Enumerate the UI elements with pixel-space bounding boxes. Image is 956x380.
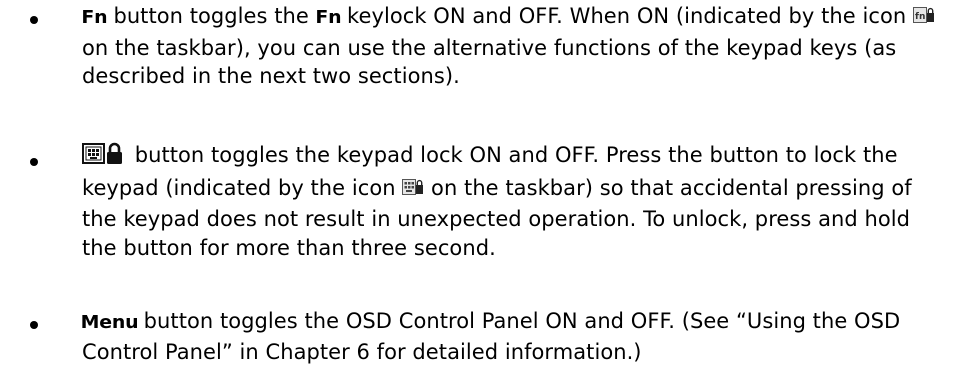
fn-key-label: Fn: [81, 7, 108, 28]
list-item-text: button toggles the keypad lock ON and OF…: [82, 141, 950, 262]
fn-lock-taskbar-icon: fn: [912, 5, 935, 34]
text-segment: keylock ON and OFF. When ON (indicated b…: [340, 4, 913, 28]
keypad-lock-button-icon: [82, 142, 124, 174]
bullet-icon: [30, 321, 38, 329]
bullet-icon: [30, 16, 38, 24]
list-item-text: Fn button toggles the Fn keylock ON and …: [81, 2, 950, 91]
text-segment: button toggles the OSD Control Panel ON …: [82, 309, 901, 364]
text-segment: on the taskbar), you can use the alterna…: [82, 35, 897, 89]
text-segment: button toggles the: [106, 4, 316, 28]
document-page: Fn button toggles the Fn keylock ON and …: [0, 0, 956, 380]
svg-text:fn: fn: [915, 12, 925, 22]
list-item-text: Menu button toggles the OSD Control Pane…: [80, 307, 950, 366]
keypad-lock-taskbar-icon: [402, 177, 424, 206]
menu-key-label: Menu: [80, 312, 139, 333]
bullet-icon: [30, 158, 38, 166]
fn-key-label: Fn: [314, 7, 341, 28]
